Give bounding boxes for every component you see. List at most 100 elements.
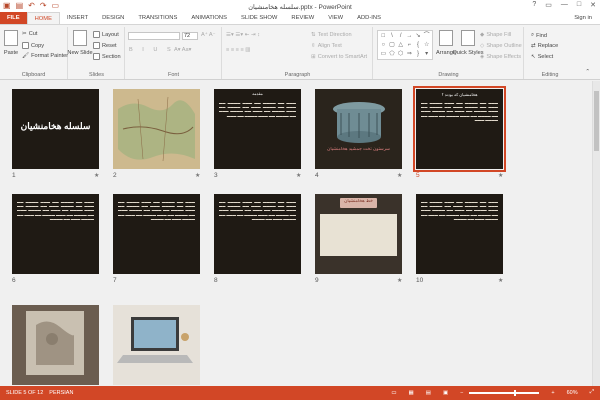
- brush-icon: 🖌: [22, 53, 30, 59]
- sign-in-link[interactable]: Sign in: [574, 15, 592, 21]
- brace-shape-icon[interactable]: {: [414, 41, 423, 50]
- brace2-shape-icon[interactable]: }: [414, 50, 423, 59]
- oval-shape-icon[interactable]: ○: [379, 41, 388, 50]
- arrow2-shape-icon[interactable]: ↘: [414, 32, 423, 41]
- shape-effects-button[interactable]: ◈ Shape Effects: [480, 54, 521, 60]
- slide-thumbnail-4[interactable]: سرستون تخت جمشید هخامنشیان: [315, 89, 402, 169]
- textbox-shape-icon[interactable]: ▭: [379, 50, 388, 59]
- slide-thumbnail-9[interactable]: خط هخامنشیان: [315, 194, 402, 274]
- slide-thumbnail-2[interactable]: [113, 89, 200, 169]
- slideshow-view-icon[interactable]: ▣: [443, 390, 448, 396]
- scissors-icon: ✂: [22, 31, 27, 37]
- slide-thumbnail-3[interactable]: مقدمه ▬▬▬ ▬▬ ▬▬▬▬ ▬▬ ▬▬▬ ▬▬▬▬ ▬▬ ▬▬▬ ▬▬ …: [214, 89, 301, 169]
- tab-home[interactable]: HOME: [26, 12, 60, 24]
- tab-transitions[interactable]: TRANSITIONS: [131, 12, 184, 24]
- grow-font-icon[interactable]: A⁺ A⁻: [201, 32, 216, 38]
- convert-smartart-button[interactable]: ⊞ Convert to SmartArt: [311, 54, 367, 60]
- align-text-button[interactable]: ⇳ Align Text: [311, 43, 342, 49]
- tab-animations[interactable]: ANIMATIONS: [184, 12, 234, 24]
- vertical-scrollbar[interactable]: [592, 81, 600, 386]
- shape-outline-button[interactable]: ◇ Shape Outline: [480, 43, 522, 49]
- zoom-slider-thumb[interactable]: [514, 389, 517, 396]
- find-button[interactable]: ⌕ Find: [531, 32, 547, 39]
- pent-shape-icon[interactable]: ⬠: [388, 50, 397, 59]
- font-size-combo[interactable]: 72: [182, 32, 198, 40]
- slide-thumbnail-8[interactable]: ▬▬▬ ▬▬ ▬▬▬▬ ▬▬ ▬▬▬ ▬▬▬▬ ▬▬ ▬▬▬ ▬▬ ▬▬▬▬ ▬…: [214, 194, 301, 274]
- font-name-combo[interactable]: [128, 32, 180, 40]
- align-icons[interactable]: ≡ ≡ ≡ ≡ ▥: [226, 47, 251, 53]
- rect-shape-icon[interactable]: □: [379, 32, 388, 41]
- line2-shape-icon[interactable]: /: [396, 32, 405, 41]
- title-bar: ▣ ▤ ↶ ↷ ▭ سلسله هخامنشیان.pptx - PowerPo…: [0, 0, 600, 12]
- copy-button[interactable]: Copy: [22, 42, 44, 49]
- tab-insert[interactable]: INSERT: [60, 12, 95, 24]
- tri-shape-icon[interactable]: △: [396, 41, 405, 50]
- close-icon[interactable]: ✕: [590, 1, 596, 9]
- arrow-shape-icon[interactable]: →: [405, 32, 414, 41]
- help-icon[interactable]: ?: [532, 1, 536, 9]
- slide-thumbnail-7[interactable]: ▬▬▬ ▬▬ ▬▬▬▬ ▬▬ ▬▬▬ ▬▬▬▬ ▬▬ ▬▬▬ ▬▬ ▬▬▬▬ ▬…: [113, 194, 200, 274]
- slides-group: New Slide Layout Reset Section Slides: [67, 27, 125, 79]
- fit-slide-icon[interactable]: ⤢: [590, 389, 594, 396]
- star-shape-icon[interactable]: ☆: [422, 41, 431, 50]
- tab-slideshow[interactable]: SLIDE SHOW: [234, 12, 284, 24]
- zoom-out-icon[interactable]: −: [460, 390, 463, 396]
- normal-view-icon[interactable]: ▭: [391, 390, 396, 396]
- tab-review[interactable]: REVIEW: [284, 12, 321, 24]
- more-shapes-icon[interactable]: ▾: [422, 50, 431, 59]
- tab-design[interactable]: DESIGN: [95, 12, 131, 24]
- slide-thumbnail-5[interactable]: هخامنشیان که بودند ؟ ▬▬▬ ▬▬ ▬▬▬▬ ▬▬ ▬▬▬ …: [413, 86, 506, 172]
- layout-button[interactable]: Layout: [93, 31, 119, 38]
- quick-styles-button[interactable]: Quick Styles: [452, 30, 484, 56]
- slide-thumbnail-1[interactable]: سلسله هخامنشیان: [12, 89, 99, 169]
- section-button[interactable]: Section: [93, 53, 121, 60]
- slide-thumbnail-10[interactable]: ▬▬▬ ▬▬ ▬▬▬▬ ▬▬ ▬▬▬ ▬▬▬▬ ▬▬ ▬▬▬ ▬▬ ▬▬▬▬ ▬…: [416, 194, 503, 274]
- slide-thumbnail-6[interactable]: ▬▬▬ ▬▬ ▬▬▬▬ ▬▬ ▬▬▬ ▬▬▬▬ ▬▬ ▬▬▬ ▬▬ ▬▬▬▬ ▬…: [12, 194, 99, 274]
- zoom-level[interactable]: 60%: [567, 390, 578, 396]
- shapes-gallery[interactable]: □ \ / → ↘ ⌒ ○ ▢ △ ⌐{☆ ▭ ⬠ ⬡ ⇒} ▾: [377, 30, 433, 60]
- slide-body-text: ▬▬▬ ▬▬ ▬▬▬▬ ▬▬ ▬▬▬ ▬▬▬▬ ▬▬ ▬▬▬ ▬▬ ▬▬▬▬ ▬…: [118, 200, 195, 221]
- drawing-label: Drawing: [438, 72, 459, 78]
- relief-image: [12, 305, 99, 385]
- reset-button[interactable]: Reset: [93, 42, 117, 49]
- tab-view[interactable]: VIEW: [321, 12, 350, 24]
- slide-number: 3: [214, 172, 218, 179]
- maximize-icon[interactable]: □: [577, 1, 581, 9]
- line-shape-icon[interactable]: \: [388, 32, 397, 41]
- zoom-slider[interactable]: [469, 389, 540, 396]
- replace-button[interactable]: ⇄ Replace: [531, 43, 558, 49]
- bullets-icon[interactable]: ☰▾ ☰▾ ⇤ ⇥ ↕: [226, 32, 260, 38]
- text-direction-button[interactable]: ⇅ Text Direction: [311, 32, 352, 38]
- column-capital-image: [315, 89, 402, 169]
- sorter-view-icon[interactable]: ▦: [409, 390, 414, 396]
- hex-shape-icon[interactable]: ⬡: [396, 50, 405, 59]
- rrect-shape-icon[interactable]: ▢: [388, 41, 397, 50]
- laptop-image: [113, 305, 200, 385]
- find-icon: ⌕: [531, 32, 535, 38]
- paste-button[interactable]: Paste: [3, 30, 19, 56]
- map-image: [113, 89, 200, 169]
- format-painter-button[interactable]: 🖌 Format Painter: [22, 53, 68, 59]
- cut-button[interactable]: ✂ Cut: [22, 31, 37, 37]
- reading-view-icon[interactable]: ▤: [426, 390, 431, 396]
- zoom-in-icon[interactable]: +: [551, 390, 554, 396]
- select-button[interactable]: ↖ Select: [531, 54, 553, 60]
- font-color-icon[interactable]: A▾ Aa▾: [174, 47, 191, 53]
- slide-thumbnail-12[interactable]: [113, 305, 200, 385]
- arrow3-shape-icon[interactable]: ⇒: [405, 50, 414, 59]
- minimize-icon[interactable]: —: [561, 1, 568, 9]
- shape-fill-button[interactable]: ◆ Shape Fill: [480, 32, 511, 38]
- scrollbar-thumb[interactable]: [594, 91, 599, 151]
- new-slide-button[interactable]: New Slide: [67, 30, 93, 56]
- slide-thumbnail-11[interactable]: [12, 305, 99, 385]
- tab-file[interactable]: FILE: [0, 12, 27, 24]
- font-style-buttons[interactable]: B I U S: [129, 47, 175, 53]
- ribbon-display-icon[interactable]: ▭: [545, 1, 552, 9]
- language-indicator[interactable]: PERSIAN: [49, 390, 73, 396]
- tab-addins[interactable]: ADD-INS: [350, 12, 388, 24]
- status-right: ▭ ▦ ▤ ▣ − + 60% ⤢: [385, 389, 594, 396]
- curve-shape-icon[interactable]: ⌒: [422, 32, 431, 41]
- quick-styles-icon: [461, 30, 475, 46]
- bend-shape-icon[interactable]: ⌐: [405, 41, 414, 50]
- collapse-ribbon-icon[interactable]: ⌃: [585, 69, 590, 75]
